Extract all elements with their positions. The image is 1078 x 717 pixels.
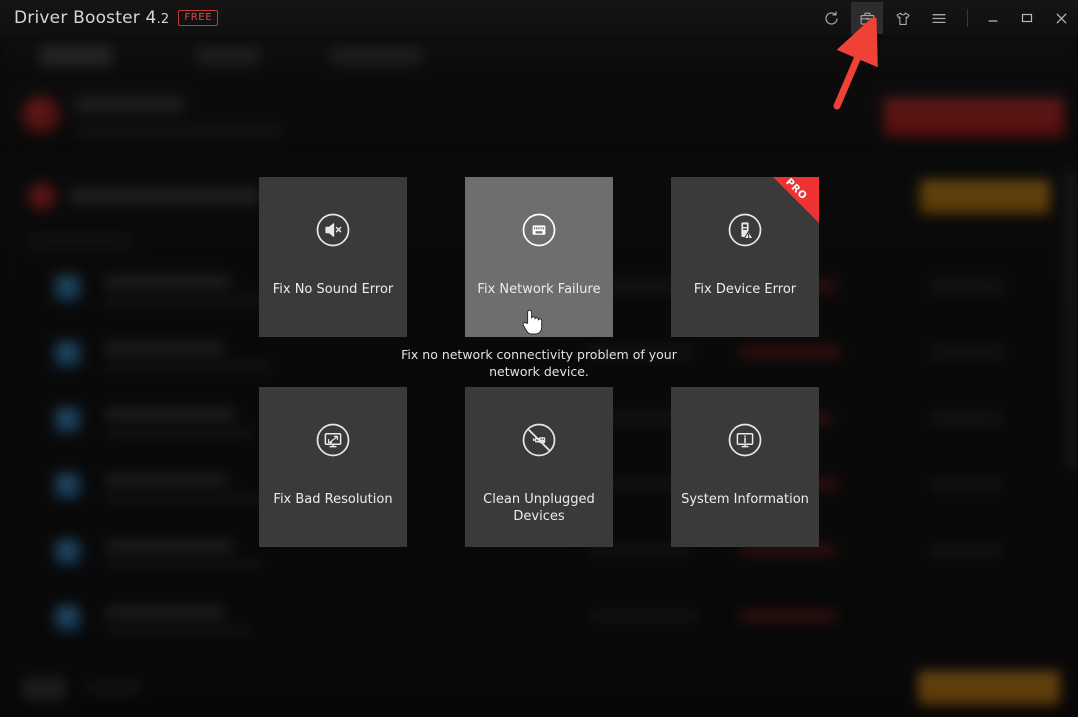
rescan-history-icon[interactable]: [815, 2, 847, 34]
tool-tile-system-information[interactable]: System Information: [671, 387, 819, 547]
close-button[interactable]: [1044, 0, 1078, 36]
monitor-resize-icon: [310, 417, 356, 463]
skin-shirt-icon[interactable]: [887, 2, 919, 34]
edition-badge: FREE: [178, 10, 218, 26]
toolbox-icon[interactable]: [851, 2, 883, 34]
tool-tile-description: Fix no network connectivity problem of y…: [399, 346, 679, 380]
usb-warning-icon: [722, 207, 768, 253]
tool-tile-label: Fix Device Error: [679, 281, 811, 298]
tool-tile-label: Fix Network Failure: [473, 281, 605, 298]
tool-tile-clean-unplugged-devices[interactable]: Clean Unplugged Devices: [465, 387, 613, 547]
tool-tile-fix-network-failure[interactable]: Fix Network Failure: [465, 177, 613, 337]
titlebar-divider: [967, 9, 968, 27]
plug-disabled-icon: [516, 417, 562, 463]
network-port-icon: [516, 207, 562, 253]
driver-booster-window: Driver Booster 4.2 FREE: [0, 0, 1078, 717]
speaker-mute-icon: [310, 207, 356, 253]
tool-tile-label: Fix No Sound Error: [267, 281, 399, 298]
title-bar: Driver Booster 4.2 FREE: [0, 0, 1078, 36]
tool-tile-fix-bad-resolution[interactable]: Fix Bad Resolution: [259, 387, 407, 547]
tool-tile-label: Fix Bad Resolution: [267, 491, 399, 508]
hamburger-menu-icon[interactable]: [923, 2, 955, 34]
tool-tile-label: Clean Unplugged Devices: [473, 491, 605, 525]
titlebar-actions: [813, 0, 1078, 36]
app-title-main: Driver Booster 4: [14, 8, 157, 28]
tool-tile-fix-no-sound-error[interactable]: Fix No Sound Error: [259, 177, 407, 337]
tool-tile-label: System Information: [679, 491, 811, 508]
tool-tile-fix-device-error[interactable]: PRO Fix Device Error: [671, 177, 819, 337]
maximize-button[interactable]: [1010, 0, 1044, 36]
monitor-info-icon: [722, 417, 768, 463]
app-title: Driver Booster 4.2: [14, 8, 169, 28]
tools-overlay-panel: Fix No Sound Error Fix Network Failure P…: [0, 36, 1078, 717]
app-title-version: .2: [157, 12, 170, 27]
minimize-button[interactable]: [976, 0, 1010, 36]
